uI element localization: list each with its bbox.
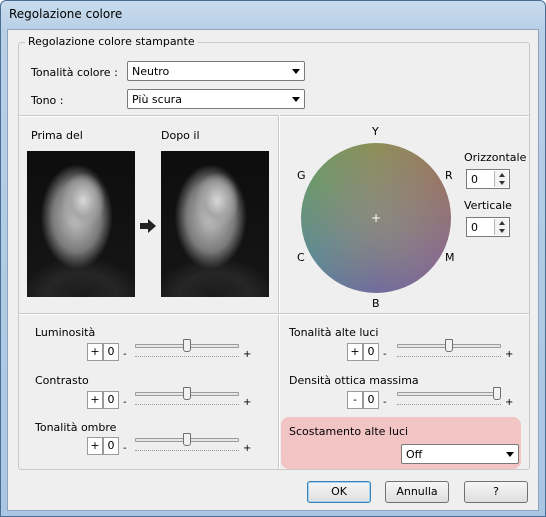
after-label: Dopo il [161,129,200,142]
max-density-label: Densità ottica massima [289,374,419,387]
help-button[interactable]: ? [464,481,528,503]
slider-ticks [135,404,239,405]
wheel-label-g: G [297,169,306,182]
divider [19,115,529,117]
highlight-tone-max: + [505,349,514,360]
wheel-label-m: M [445,251,455,264]
brightness-min: - [123,349,127,360]
brightness-label: Luminosità [35,326,96,339]
contrast-label: Contrasto [35,374,89,387]
vertical-spinner[interactable]: 0 [466,217,510,237]
max-density-value[interactable]: 0 [363,391,379,409]
chevron-down-icon [292,69,300,74]
title-bar[interactable]: Regolazione colore [1,1,545,29]
printer-color-adjustment-group: Regolazione colore stampante Tonalità co… [18,35,530,470]
horizontal-spinner[interactable]: 0 [466,169,510,189]
contrast-slider-thumb[interactable] [183,387,191,400]
shadow-tone-min: - [123,443,127,454]
brightness-sign: + [87,343,103,361]
vertical-label: Verticale [464,199,512,212]
tone-dropdown[interactable]: Più scura [127,89,305,109]
chevron-down-icon [292,97,300,102]
slider-ticks [397,404,501,405]
cancel-button-label: Annulla [396,485,438,498]
contrast-min: - [123,397,127,408]
arrow-up-icon[interactable] [499,221,505,225]
wheel-label-r: R [445,169,453,182]
color-tone-value: Neutro [132,65,170,78]
brightness-slider-thumb[interactable] [183,339,191,352]
shadow-tone-value[interactable]: 0 [103,437,119,455]
wheel-label-b: B [372,297,380,310]
arrow-down-icon[interactable] [499,181,505,185]
highlight-tone-slider-thumb[interactable] [445,339,453,352]
max-density-sign: - [347,391,363,409]
vertical-value: 0 [471,221,478,234]
highlight-tone-min: - [383,349,387,360]
max-density-slider-thumb[interactable] [493,387,501,400]
group-title: Regolazione colore stampante [25,35,198,48]
tone-value: Più scura [132,93,182,106]
slider-ticks [135,450,239,451]
cancel-button[interactable]: Annulla [385,481,449,503]
highlight-shift-dropdown[interactable]: Off [401,444,519,464]
contrast-sign: + [87,391,103,409]
arrow-right-icon [140,219,156,233]
contrast-max: + [243,397,252,408]
color-tone-label: Tonalità colore : [31,66,118,79]
highlight-tone-value[interactable]: 0 [363,343,379,361]
ok-button[interactable]: OK [307,481,371,503]
wheel-center-marker: + [371,211,382,225]
horizontal-value: 0 [471,173,478,186]
highlight-shift-label: Scostamento alte luci [289,425,409,438]
ok-button-label: OK [331,485,347,498]
max-density-max: + [505,397,514,408]
after-preview-image [161,151,269,297]
arrow-up-icon[interactable] [499,173,505,177]
color-wheel[interactable]: + [301,143,451,293]
divider [278,115,280,469]
before-label: Prima del [31,129,83,142]
horizontal-label: Orizzontale [464,151,527,164]
highlight-tone-sign: + [347,343,363,361]
dialog-client-area: Regolazione colore stampante Tonalità co… [7,29,539,511]
before-preview-image [27,151,135,297]
highlight-shift-panel: Scostamento alte luci Off [281,417,521,469]
brightness-max: + [243,349,252,360]
highlight-shift-value: Off [406,448,423,461]
dialog-window: Regolazione colore Regolazione colore st… [0,0,546,517]
spinner-buttons[interactable] [494,171,508,187]
chevron-down-icon [506,452,514,457]
arrow-down-icon[interactable] [499,229,505,233]
brightness-value[interactable]: 0 [103,343,119,361]
shadow-tone-label: Tonalità ombre [35,421,117,434]
slider-ticks [135,356,239,357]
max-density-slider-track[interactable] [397,392,501,396]
slider-ticks [397,356,501,357]
contrast-value[interactable]: 0 [103,391,119,409]
shadow-tone-slider-thumb[interactable] [183,433,191,446]
shadow-tone-sign: + [87,437,103,455]
max-density-min: - [383,397,387,408]
shadow-tone-max: + [243,443,252,454]
highlight-tone-label: Tonalità alte luci [289,326,379,339]
color-tone-dropdown[interactable]: Neutro [127,61,305,81]
window-title: Regolazione colore [9,7,123,21]
wheel-label-c: C [297,251,305,264]
help-button-label: ? [493,485,499,498]
tone-label: Tono : [31,94,64,107]
wheel-label-y: Y [372,125,379,138]
spinner-buttons[interactable] [494,219,508,235]
divider [19,313,529,315]
